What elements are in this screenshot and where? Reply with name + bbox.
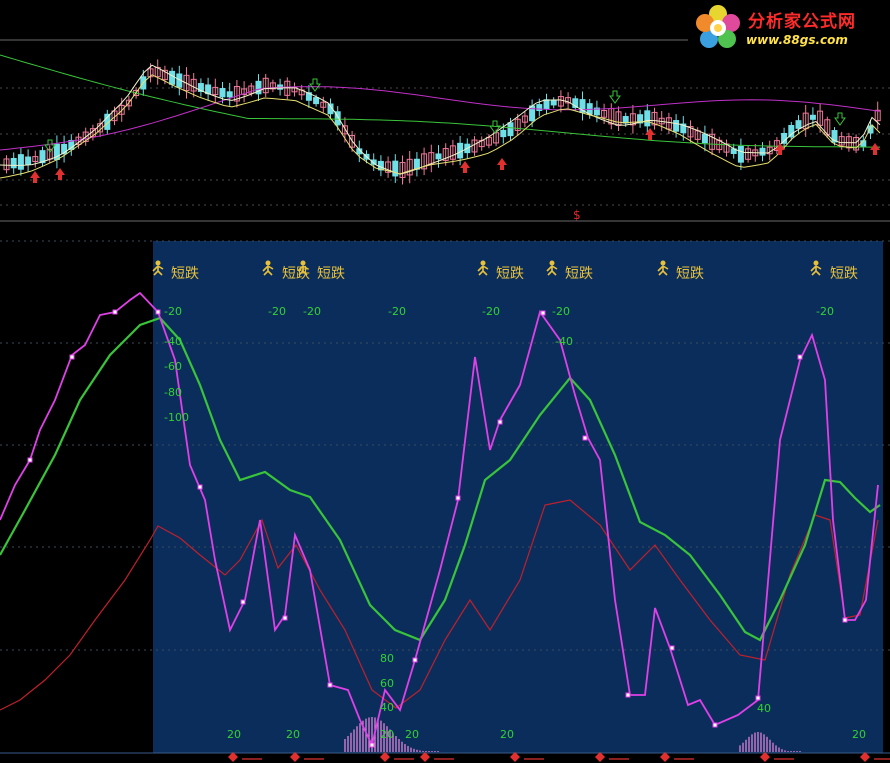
level-label: -20 <box>268 305 286 318</box>
watermark-url: www.88gs.com <box>746 33 848 47</box>
level-label: -40 <box>555 335 573 348</box>
flower-icon <box>696 5 740 48</box>
level-label: -60 <box>164 360 182 373</box>
svg-text:短跌: 短跌 <box>676 266 704 282</box>
level-label: 60 <box>380 677 394 690</box>
level-label: -80 <box>164 386 182 399</box>
watermark-title: 分析家公式网 <box>748 12 856 32</box>
level-label: -20 <box>388 305 406 318</box>
level-label: -20 <box>482 305 500 318</box>
signal-arrows <box>30 78 880 183</box>
indicator-panel[interactable]: 短跌 短跌 短跌 短跌 短跌 短跌 短跌 -20 -40 -60 -80 -10… <box>0 240 890 762</box>
ma-mid-line <box>0 86 881 151</box>
level-label: 20 <box>380 728 394 741</box>
signal-short-drop: 短跌 <box>171 266 199 282</box>
price-panel[interactable]: $ <box>0 39 890 222</box>
signal-short-drop: 短跌 <box>830 266 858 282</box>
svg-text:短跌: 短跌 <box>830 266 858 282</box>
bottom-label: 20 <box>405 728 419 741</box>
level-label: -20 <box>552 305 570 318</box>
bottom-label: 20 <box>500 728 514 741</box>
bottom-label: 40 <box>757 702 771 715</box>
signal-short-drop: 短跌 <box>496 266 524 282</box>
level-label: -100 <box>164 411 189 424</box>
svg-text:短跌: 短跌 <box>171 266 199 282</box>
level-label: 40 <box>380 701 394 714</box>
level-label: -20 <box>816 305 834 318</box>
svg-text:短跌: 短跌 <box>317 266 345 282</box>
bottom-label: 20 <box>227 728 241 741</box>
bottom-label: 20 <box>286 728 300 741</box>
indicator-panel-background <box>153 241 883 753</box>
signal-short-drop: 短跌 <box>676 266 704 282</box>
signal-short-drop: 短跌 <box>565 266 593 282</box>
chart-canvas[interactable]: $ 短跌 短跌 短跌 短跌 短跌 短跌 短跌 -20 -40 -60 -80 -… <box>0 0 890 763</box>
level-label: -20 <box>164 305 182 318</box>
level-label: 80 <box>380 652 394 665</box>
signal-short-drop: 短跌 <box>317 266 345 282</box>
level-label: -40 <box>164 335 182 348</box>
candlesticks <box>3 59 881 185</box>
svg-text:短跌: 短跌 <box>496 266 524 282</box>
watermark-logo: 分析家公式网 www.88gs.com <box>688 0 890 56</box>
price-gridlines <box>0 87 890 206</box>
bottom-label: 20 <box>852 728 866 741</box>
ma-long-line <box>0 54 880 148</box>
svg-text:短跌: 短跌 <box>565 266 593 282</box>
panel-marker: $ <box>573 208 581 222</box>
level-label: -20 <box>303 305 321 318</box>
